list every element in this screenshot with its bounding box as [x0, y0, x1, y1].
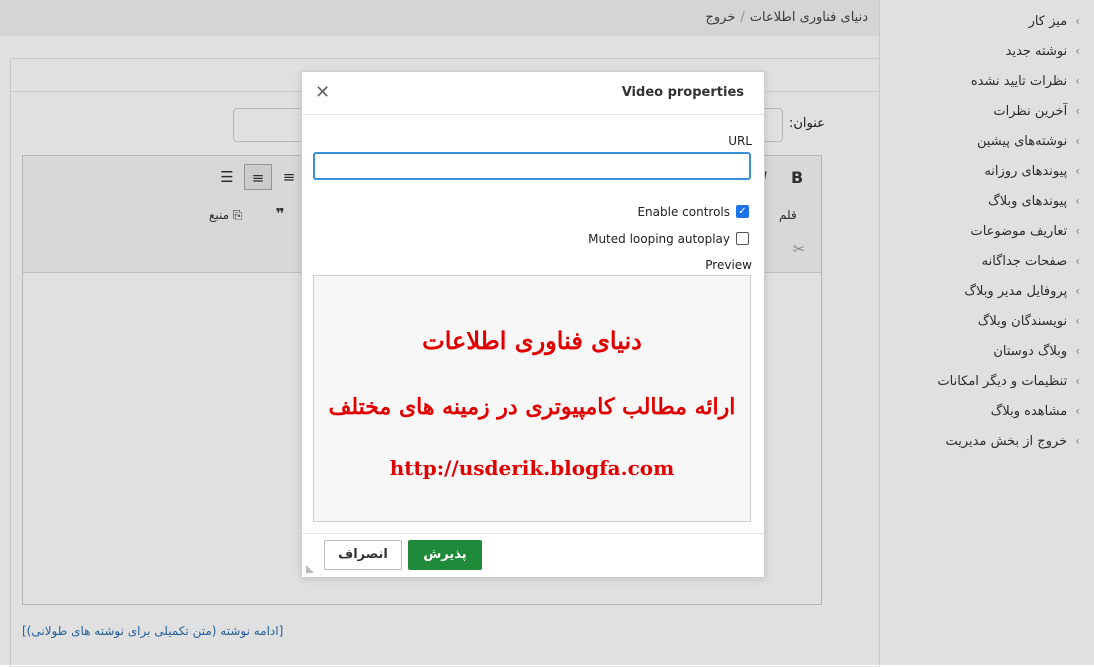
- preview-title: دنیای فناوری اطلاعات: [422, 326, 642, 355]
- muted-autoplay-label[interactable]: Muted looping autoplay: [588, 232, 730, 246]
- preview-subtitle: ارائه مطالب کامپیوتری در زمینه های مختلف: [328, 394, 736, 420]
- resize-handle-icon[interactable]: [306, 565, 314, 573]
- enable-controls-checkbox[interactable]: ✓: [736, 205, 749, 218]
- url-label: URL: [728, 134, 752, 148]
- video-properties-dialog: ✕ Video properties URL ✓ Enable controls…: [301, 71, 765, 577]
- preview-url: http://usderik.blogfa.com: [389, 456, 675, 480]
- dialog-header: ✕ Video properties: [302, 72, 764, 115]
- dialog-footer: انصراف پذیرش: [302, 533, 764, 577]
- preview-label: Preview: [705, 258, 752, 272]
- video-preview: دنیای فناوری اطلاعات ارائه مطالب کامپیوت…: [313, 275, 751, 522]
- muted-autoplay-checkbox[interactable]: [736, 232, 749, 245]
- close-icon[interactable]: ✕: [315, 82, 330, 103]
- cancel-button[interactable]: انصراف: [324, 540, 402, 570]
- dialog-title: Video properties: [621, 85, 744, 100]
- url-input[interactable]: [313, 152, 751, 180]
- ok-button[interactable]: پذیرش: [408, 540, 482, 570]
- enable-controls-label[interactable]: Enable controls: [637, 205, 730, 219]
